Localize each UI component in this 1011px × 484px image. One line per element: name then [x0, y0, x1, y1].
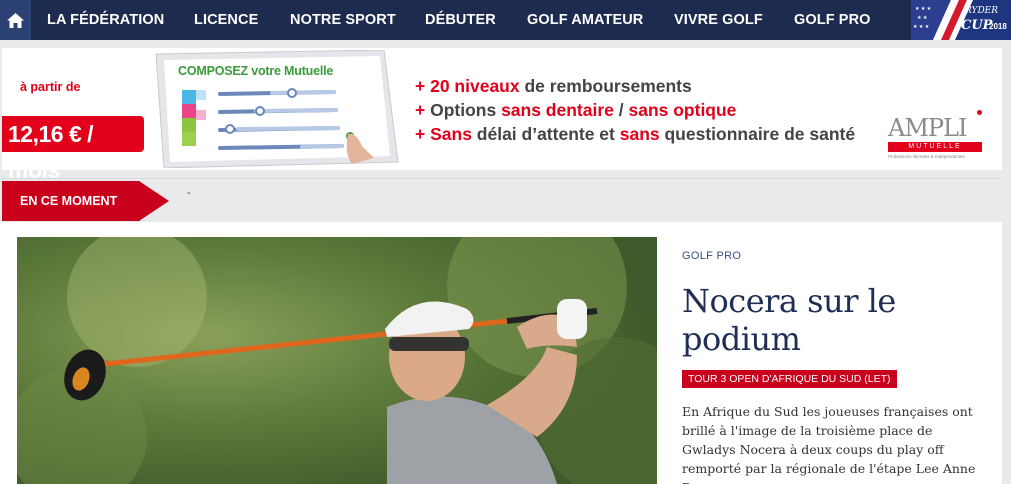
benefits-list: + 20 niveaux de remboursements + Options … — [415, 74, 855, 146]
main-nav: LA FÉDÉRATION LICENCE NOTRE SPORT DÉBUTE… — [0, 0, 1011, 40]
plus-icon: + — [415, 76, 431, 96]
benefit-line: + Options sans dentaire / sans optique — [415, 98, 855, 122]
nav-item-licence[interactable]: LICENCE — [194, 0, 258, 40]
price-value: 12,16 € / mois — [2, 116, 144, 183]
home-icon — [7, 12, 24, 28]
benefit-text: sans — [619, 124, 660, 144]
tablet-title: COMPOSEZ votre Mutuelle — [178, 64, 334, 78]
nav-item-debuter[interactable]: DÉBUTER — [425, 0, 496, 40]
plus-icon: + — [415, 124, 431, 144]
ampli-brand: AMPLI — [888, 114, 967, 142]
nav-item-vivre-golf[interactable]: VIVRE GOLF — [674, 0, 763, 40]
ryder-year: 2018 — [989, 22, 1007, 31]
article-category[interactable]: GOLF PRO — [682, 250, 741, 262]
article-tag[interactable]: TOUR 3 OPEN D'AFRIQUE DU SUD (LET) — [682, 370, 897, 388]
ticker-text[interactable]: - — [187, 187, 191, 199]
tablet-illustration: COMPOSEZ votre Mutuelle — [152, 49, 402, 169]
ryder-line2: CUP — [961, 18, 993, 33]
ryder-cup-logo[interactable]: ★ ★ ★ ★ ★ ★ ★ ★ RYDER CUP 2018 — [911, 0, 1011, 40]
benefit-line: + Sans délai d’attente et sans questionn… — [415, 122, 855, 146]
ryder-line1: RYDER — [965, 6, 999, 16]
article-excerpt: En Afrique du Sud les joueuses française… — [682, 404, 976, 484]
price-prefix: à partir de — [20, 80, 81, 94]
benefit-text: sans dentaire — [501, 100, 614, 120]
ampli-tagline: Professions libérales & Indépendantes — [888, 154, 965, 159]
benefit-text: délai d’attente et — [471, 124, 620, 144]
ticker-label: EN CE MOMENT — [2, 181, 140, 221]
nav-item-golf-amateur[interactable]: GOLF AMATEUR — [527, 0, 643, 40]
article-photo[interactable] — [17, 237, 657, 484]
benefit-text: Sans — [430, 124, 472, 144]
nav-item-golf-pro[interactable]: GOLF PRO — [794, 0, 871, 40]
benefit-text: questionnaire de santé — [659, 124, 856, 144]
svg-text:★ ★: ★ ★ — [917, 15, 928, 21]
plus-icon: + — [415, 100, 431, 120]
ad-banner[interactable]: à partir de 12,16 € / mois COMPOSEZ votr… — [2, 48, 1002, 183]
home-button[interactable] — [0, 0, 31, 40]
benefit-text: 20 niveaux — [430, 76, 520, 96]
price-box: à partir de 12,16 € / mois — [2, 68, 157, 183]
article-title[interactable]: Nocera sur le podium — [682, 282, 982, 358]
nav-item-notre-sport[interactable]: NOTRE SPORT — [290, 0, 396, 40]
ampli-sub: MUTUELLE — [888, 142, 982, 152]
benefit-line: + 20 niveaux de remboursements — [415, 74, 855, 98]
benefit-text: / — [613, 100, 629, 120]
benefit-text: sans optique — [628, 100, 737, 120]
news-ticker: EN CE MOMENT - — [2, 178, 1002, 221]
ampli-dot — [977, 110, 982, 115]
ampli-logo: AMPLI MUTUELLE Professions libérales & I… — [886, 110, 986, 162]
benefit-text: de remboursements — [519, 76, 692, 96]
golfer-photo — [17, 237, 657, 484]
benefit-text: Options — [430, 100, 502, 120]
svg-text:★ ★ ★: ★ ★ ★ — [915, 6, 932, 12]
svg-text:★ ★ ★: ★ ★ ★ — [913, 24, 930, 30]
featured-article: GOLF PRO Nocera sur le podium TOUR 3 OPE… — [0, 222, 1002, 484]
page: LA FÉDÉRATION LICENCE NOTRE SPORT DÉBUTE… — [0, 0, 1011, 484]
nav-item-federation[interactable]: LA FÉDÉRATION — [47, 0, 164, 40]
ticker-arrow-icon — [139, 181, 169, 221]
